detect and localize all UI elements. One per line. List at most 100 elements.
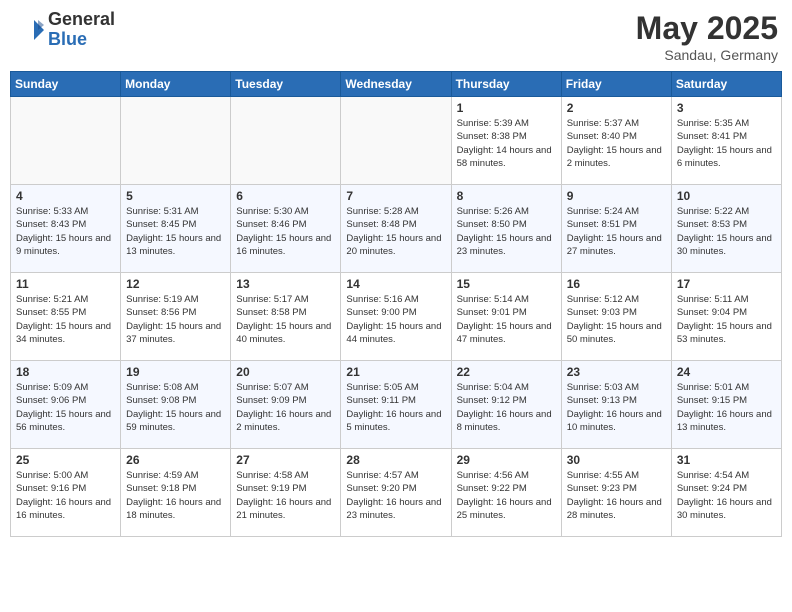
day-cell: 5 Sunrise: 5:31 AMSunset: 8:45 PMDaylight… [121, 185, 231, 273]
day-detail: Sunrise: 5:31 AMSunset: 8:45 PMDaylight:… [126, 205, 225, 258]
day-number: 3 [677, 101, 776, 115]
day-detail: Sunrise: 4:57 AMSunset: 9:20 PMDaylight:… [346, 469, 445, 522]
day-number: 12 [126, 277, 225, 291]
day-number: 30 [567, 453, 666, 467]
weekday-header-sunday: Sunday [11, 72, 121, 97]
day-number: 2 [567, 101, 666, 115]
day-cell: 20 Sunrise: 5:07 AMSunset: 9:09 PMDayligh… [231, 361, 341, 449]
day-number: 11 [16, 277, 115, 291]
day-detail: Sunrise: 5:21 AMSunset: 8:55 PMDaylight:… [16, 293, 115, 346]
day-cell: 7 Sunrise: 5:28 AMSunset: 8:48 PMDaylight… [341, 185, 451, 273]
day-number: 18 [16, 365, 115, 379]
day-detail: Sunrise: 5:04 AMSunset: 9:12 PMDaylight:… [457, 381, 556, 434]
day-number: 17 [677, 277, 776, 291]
weekday-header-monday: Monday [121, 72, 231, 97]
day-number: 6 [236, 189, 335, 203]
day-number: 23 [567, 365, 666, 379]
day-number: 28 [346, 453, 445, 467]
day-number: 13 [236, 277, 335, 291]
day-cell: 9 Sunrise: 5:24 AMSunset: 8:51 PMDaylight… [561, 185, 671, 273]
day-detail: Sunrise: 4:55 AMSunset: 9:23 PMDaylight:… [567, 469, 666, 522]
day-cell: 14 Sunrise: 5:16 AMSunset: 9:00 PMDayligh… [341, 273, 451, 361]
day-detail: Sunrise: 5:03 AMSunset: 9:13 PMDaylight:… [567, 381, 666, 434]
weekday-header-wednesday: Wednesday [341, 72, 451, 97]
day-number: 24 [677, 365, 776, 379]
day-detail: Sunrise: 5:09 AMSunset: 9:06 PMDaylight:… [16, 381, 115, 434]
day-detail: Sunrise: 5:05 AMSunset: 9:11 PMDaylight:… [346, 381, 445, 434]
day-detail: Sunrise: 5:24 AMSunset: 8:51 PMDaylight:… [567, 205, 666, 258]
day-number: 25 [16, 453, 115, 467]
day-number: 5 [126, 189, 225, 203]
day-cell: 30 Sunrise: 4:55 AMSunset: 9:23 PMDayligh… [561, 449, 671, 537]
day-number: 4 [16, 189, 115, 203]
logo-blue-text: Blue [48, 30, 115, 50]
day-detail: Sunrise: 5:33 AMSunset: 8:43 PMDaylight:… [16, 205, 115, 258]
day-cell: 25 Sunrise: 5:00 AMSunset: 9:16 PMDayligh… [11, 449, 121, 537]
day-cell: 2Sunrise: 5:37 AMSunset: 8:40 PMDaylight… [561, 97, 671, 185]
day-cell: 24 Sunrise: 5:01 AMSunset: 9:15 PMDayligh… [671, 361, 781, 449]
weekday-header-saturday: Saturday [671, 72, 781, 97]
day-cell: 1 Sunrise: 5:39 AMSunset: 8:38 PMDaylight… [451, 97, 561, 185]
day-cell: 22 Sunrise: 5:04 AMSunset: 9:12 PMDayligh… [451, 361, 561, 449]
weekday-header-row: SundayMondayTuesdayWednesdayThursdayFrid… [11, 72, 782, 97]
day-number: 31 [677, 453, 776, 467]
title-block: May 2025 Sandau, Germany [636, 10, 778, 63]
day-cell: 13Sunrise: 5:17 AMSunset: 8:58 PMDayligh… [231, 273, 341, 361]
day-cell: 27 Sunrise: 4:58 AMSunset: 9:19 PMDayligh… [231, 449, 341, 537]
day-number: 1 [457, 101, 556, 115]
day-cell: 23 Sunrise: 5:03 AMSunset: 9:13 PMDayligh… [561, 361, 671, 449]
page-header: General Blue May 2025 Sandau, Germany [10, 10, 782, 63]
day-number: 27 [236, 453, 335, 467]
day-number: 8 [457, 189, 556, 203]
day-cell: 11 Sunrise: 5:21 AMSunset: 8:55 PMDayligh… [11, 273, 121, 361]
weekday-header-friday: Friday [561, 72, 671, 97]
day-detail: Sunrise: 4:58 AMSunset: 9:19 PMDaylight:… [236, 469, 335, 522]
day-cell: 17 Sunrise: 5:11 AMSunset: 9:04 PMDayligh… [671, 273, 781, 361]
day-detail: Sunrise: 5:08 AMSunset: 9:08 PMDaylight:… [126, 381, 225, 434]
day-cell [341, 97, 451, 185]
day-cell: 16Sunrise: 5:12 AMSunset: 9:03 PMDayligh… [561, 273, 671, 361]
day-detail: Sunrise: 5:00 AMSunset: 9:16 PMDaylight:… [16, 469, 115, 522]
day-detail: Sunrise: 5:01 AMSunset: 9:15 PMDaylight:… [677, 381, 776, 434]
day-cell: 28 Sunrise: 4:57 AMSunset: 9:20 PMDayligh… [341, 449, 451, 537]
day-cell: 8 Sunrise: 5:26 AMSunset: 8:50 PMDaylight… [451, 185, 561, 273]
day-detail: Sunrise: 5:22 AMSunset: 8:53 PMDaylight:… [677, 205, 776, 258]
day-cell: 31 Sunrise: 4:54 AMSunset: 9:24 PMDayligh… [671, 449, 781, 537]
day-detail: Sunrise: 5:19 AMSunset: 8:56 PMDaylight:… [126, 293, 225, 346]
day-cell: 4 Sunrise: 5:33 AMSunset: 8:43 PMDaylight… [11, 185, 121, 273]
day-cell: 6Sunrise: 5:30 AMSunset: 8:46 PMDaylight… [231, 185, 341, 273]
day-detail: Sunrise: 5:11 AMSunset: 9:04 PMDaylight:… [677, 293, 776, 346]
day-cell: 18 Sunrise: 5:09 AMSunset: 9:06 PMDayligh… [11, 361, 121, 449]
logo-icon [14, 15, 44, 45]
day-detail: Sunrise: 5:16 AMSunset: 9:00 PMDaylight:… [346, 293, 445, 346]
day-detail: Sunrise: 5:07 AMSunset: 9:09 PMDaylight:… [236, 381, 335, 434]
day-detail: Sunrise: 5:35 AMSunset: 8:41 PMDaylight:… [677, 117, 776, 170]
month-year-title: May 2025 [636, 10, 778, 47]
day-detail: Sunrise: 5:26 AMSunset: 8:50 PMDaylight:… [457, 205, 556, 258]
day-cell: 3 Sunrise: 5:35 AMSunset: 8:41 PMDaylight… [671, 97, 781, 185]
day-number: 20 [236, 365, 335, 379]
day-cell: 26Sunrise: 4:59 AMSunset: 9:18 PMDayligh… [121, 449, 231, 537]
day-number: 14 [346, 277, 445, 291]
day-cell: 10 Sunrise: 5:22 AMSunset: 8:53 PMDayligh… [671, 185, 781, 273]
day-number: 19 [126, 365, 225, 379]
day-detail: Sunrise: 4:54 AMSunset: 9:24 PMDaylight:… [677, 469, 776, 522]
day-cell: 29 Sunrise: 4:56 AMSunset: 9:22 PMDayligh… [451, 449, 561, 537]
day-number: 9 [567, 189, 666, 203]
day-cell: 21Sunrise: 5:05 AMSunset: 9:11 PMDayligh… [341, 361, 451, 449]
day-detail: Sunrise: 5:28 AMSunset: 8:48 PMDaylight:… [346, 205, 445, 258]
day-cell: 12 Sunrise: 5:19 AMSunset: 8:56 PMDayligh… [121, 273, 231, 361]
day-number: 22 [457, 365, 556, 379]
day-detail: Sunrise: 5:12 AMSunset: 9:03 PMDaylight:… [567, 293, 666, 346]
day-cell: 19 Sunrise: 5:08 AMSunset: 9:08 PMDayligh… [121, 361, 231, 449]
day-cell [121, 97, 231, 185]
day-cell [11, 97, 121, 185]
day-number: 29 [457, 453, 556, 467]
day-detail: Sunrise: 4:59 AMSunset: 9:18 PMDaylight:… [126, 469, 225, 522]
day-detail: Sunrise: 5:39 AMSunset: 8:38 PMDaylight:… [457, 117, 556, 170]
day-number: 7 [346, 189, 445, 203]
day-cell: 15Sunrise: 5:14 AMSunset: 9:01 PMDayligh… [451, 273, 561, 361]
day-number: 10 [677, 189, 776, 203]
weekday-header-thursday: Thursday [451, 72, 561, 97]
day-detail: Sunrise: 4:56 AMSunset: 9:22 PMDaylight:… [457, 469, 556, 522]
